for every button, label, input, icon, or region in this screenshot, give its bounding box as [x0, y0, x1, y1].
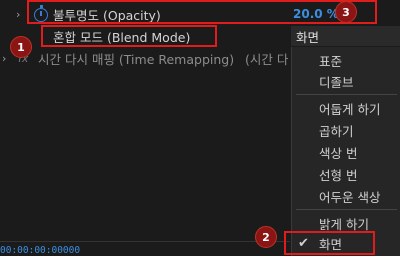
menu-item-darker-color[interactable]: 어두운 색상: [292, 186, 400, 206]
dropdown-current-value: 화면: [296, 29, 320, 45]
expand-chevron-icon[interactable]: ›: [16, 8, 20, 21]
menu-separator: [296, 209, 397, 210]
divider: [0, 241, 290, 242]
time-remap-suffix: (시간 다: [245, 51, 289, 67]
menu-item-normal[interactable]: 표준: [292, 50, 400, 70]
menu-item-multiply[interactable]: 곱하기: [292, 120, 400, 140]
highlight-screen-item: [284, 231, 375, 255]
menu-item-darken[interactable]: 어둡게 하기: [292, 98, 400, 118]
highlight-opacity-row: [27, 0, 377, 24]
menu-item-dissolve[interactable]: 디졸브: [292, 71, 400, 91]
highlight-blend-mode: [41, 25, 217, 47]
annotation-badge-3: 3: [335, 1, 357, 23]
menu-item-color-burn[interactable]: 색상 번: [292, 142, 400, 162]
time-remap-label: 시간 다시 매핑 (Time Remapping): [38, 51, 235, 67]
timecode[interactable]: 00:00:00:00000: [0, 245, 80, 256]
annotation-badge-2: 2: [255, 226, 277, 248]
menu-item-linear-burn[interactable]: 선형 번: [292, 164, 400, 184]
menu-separator: [296, 94, 397, 95]
expand-chevron-icon[interactable]: ›: [2, 52, 6, 65]
blend-mode-dropdown[interactable]: 화면: [291, 26, 400, 46]
menu-item-lighten[interactable]: 밝게 하기: [292, 213, 400, 233]
blend-mode-menu: 표준 디졸브 어둡게 하기 곱하기 색상 번 선형 번 어두운 색상 밝게 하기…: [291, 47, 400, 256]
annotation-badge-1: 1: [10, 36, 32, 58]
